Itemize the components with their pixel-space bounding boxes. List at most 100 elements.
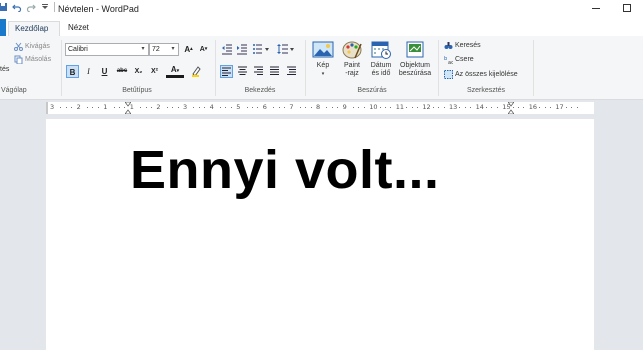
align-center-button[interactable]	[236, 65, 249, 78]
shrink-font-button[interactable]: A▾	[197, 43, 210, 56]
cut-label: Kivágás	[25, 43, 50, 50]
line-spacing-button[interactable]	[276, 43, 296, 56]
insert-object-label-1: Objektum	[400, 62, 430, 69]
document-page[interactable]: Ennyi volt...	[46, 119, 594, 350]
editing-group-label: Szerkesztés	[466, 87, 506, 94]
minimize-icon	[592, 8, 600, 9]
insert-picture-button[interactable]: Kép ▾	[309, 40, 337, 78]
cut-button[interactable]: Kivágás	[14, 42, 50, 51]
ruler-tick	[571, 107, 573, 108]
ruler-tick	[544, 107, 546, 108]
ruler-tick	[252, 107, 253, 108]
document-text[interactable]: Ennyi volt...	[130, 139, 440, 201]
tab-view[interactable]: Nézet	[62, 21, 96, 36]
horizontal-ruler[interactable]: 3 2 1 1 2 3 4 5 6 7 8 9 10 11 12 13 14 15 16 17	[46, 102, 594, 114]
ruler-tick	[151, 107, 152, 108]
decrease-indent-button[interactable]	[220, 43, 233, 56]
save-icon[interactable]	[0, 2, 8, 12]
redo-icon[interactable]	[26, 2, 36, 12]
ruler-tick	[459, 107, 461, 108]
ruler-tick	[385, 107, 386, 108]
ruler-tick	[166, 107, 168, 108]
insert-object-button[interactable]: Objektum beszúrása	[396, 40, 434, 78]
ruler-tick	[278, 107, 280, 108]
find-button[interactable]: Keresés	[444, 41, 481, 50]
copy-button[interactable]: Másolás	[14, 55, 51, 64]
ruler-number: 14	[475, 103, 484, 111]
find-label: Keresés	[455, 42, 481, 49]
ruler-tick	[411, 107, 413, 108]
select-all-button[interactable]: Az összes kijelölése	[444, 70, 518, 79]
replace-icon: bac	[444, 56, 453, 64]
superscript-button[interactable]: X²	[148, 65, 161, 78]
ruler-tick	[273, 107, 275, 108]
justify-button[interactable]	[268, 65, 281, 78]
paint-palette-icon	[342, 41, 362, 59]
font-color-button[interactable]: A▾	[166, 65, 184, 78]
ruler-tick	[417, 107, 418, 108]
clipboard-group-label: Vágólap	[1, 87, 27, 94]
ruler-number: 11	[395, 103, 405, 111]
ruler-tick	[443, 107, 445, 108]
ruler-tick	[113, 107, 115, 108]
ruler-right-indent-marker[interactable]	[507, 102, 515, 114]
svg-text:ac: ac	[448, 60, 453, 64]
ruler-tick	[140, 107, 142, 108]
ruler-tick	[284, 107, 285, 108]
maximize-icon	[623, 4, 631, 12]
bold-button[interactable]: B	[66, 65, 79, 78]
grow-font-button[interactable]: A▴	[182, 43, 195, 56]
ruler-tick	[565, 107, 567, 108]
align-right-button[interactable]	[252, 65, 265, 78]
paste-button[interactable]: tés	[0, 66, 9, 73]
ruler-tick	[246, 107, 248, 108]
ruler-tick	[496, 107, 498, 108]
ruler-tick	[145, 107, 147, 108]
ruler-tick	[230, 107, 232, 108]
ruler-number: 12	[422, 103, 431, 111]
insert-picture-label: Kép	[316, 62, 330, 69]
replace-button[interactable]: b ac Csere	[444, 55, 474, 64]
bullet-list-button[interactable]	[251, 43, 271, 56]
ruler-tick	[97, 107, 99, 108]
underline-button[interactable]: U	[98, 65, 111, 78]
insert-object-icon	[406, 41, 424, 58]
ruler-number: 9	[342, 103, 347, 111]
ruler-tick	[204, 107, 206, 108]
tab-home[interactable]: Kezdőlap	[8, 21, 60, 36]
ruler-tick	[87, 107, 88, 108]
align-left-icon	[222, 67, 231, 76]
datetime-button[interactable]: Dátum és idő	[366, 40, 396, 78]
file-menu-button[interactable]	[0, 19, 6, 36]
align-left-button[interactable]	[220, 65, 233, 78]
strikethrough-button[interactable]: abc	[114, 65, 130, 78]
subscript-button[interactable]: X₂	[132, 65, 145, 78]
font-size-select[interactable]: 72 ▾	[149, 43, 179, 56]
copy-icon	[14, 55, 23, 64]
highlight-color-button[interactable]	[187, 65, 205, 78]
paragraph-icon	[287, 66, 296, 75]
align-right-icon	[254, 66, 263, 75]
increase-indent-icon	[236, 44, 247, 55]
qat-separator	[54, 2, 55, 12]
ruler-indent-marker[interactable]	[124, 102, 132, 114]
group-separator	[533, 40, 534, 96]
paint-drawing-button[interactable]: Paint -rajz	[339, 40, 365, 78]
increase-indent-button[interactable]	[235, 43, 248, 56]
maximize-button[interactable]	[620, 1, 634, 15]
ruler-tick	[257, 107, 259, 108]
minimize-button[interactable]	[589, 1, 603, 15]
customize-dropdown-icon[interactable]	[40, 2, 50, 12]
italic-button[interactable]: I	[82, 65, 95, 78]
font-family-select[interactable]: Calibri ▾	[65, 43, 149, 56]
paragraph-settings-button[interactable]	[285, 65, 298, 78]
font-size-value: 72	[152, 46, 160, 53]
binoculars-icon	[444, 42, 453, 49]
ruler-tick	[406, 107, 408, 108]
ruler-number: 3	[50, 103, 55, 111]
ruler-tick	[65, 107, 67, 108]
ruler-number: 7	[289, 103, 294, 111]
ruler-number: 10	[369, 103, 378, 111]
ruler-tick	[177, 107, 179, 108]
undo-icon[interactable]	[12, 2, 22, 12]
